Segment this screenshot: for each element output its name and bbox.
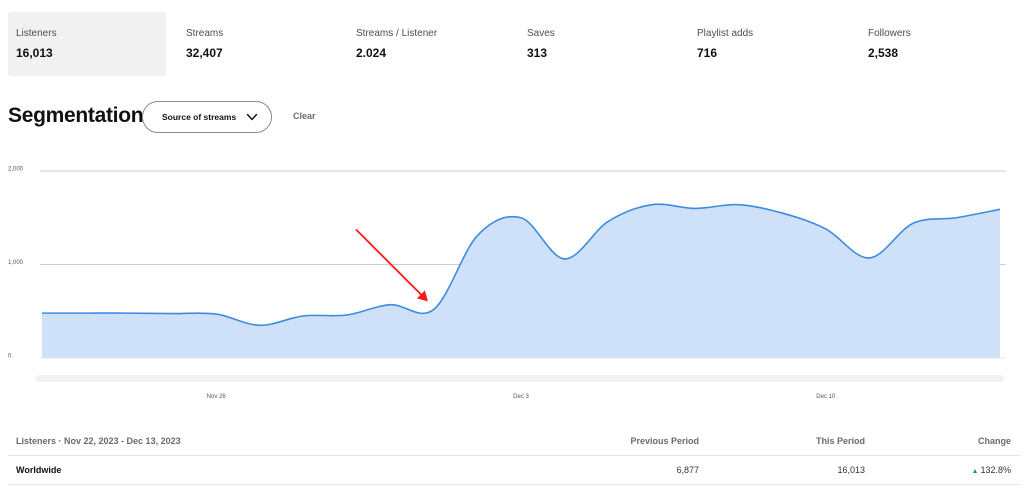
col-previous-period[interactable]: Previous Period: [630, 435, 699, 447]
x-tick-label: Dec 3: [513, 394, 529, 400]
listeners-area-chart: 0 1,000 2,000 Nov 26 Dec 3 Dec 10: [8, 167, 1006, 400]
metric-tabs: Listeners 16,013 Streams 32,407 Streams …: [8, 12, 1020, 76]
metric-label: Streams: [186, 28, 224, 39]
metric-label: Playlist adds: [697, 28, 754, 39]
metric-tab-streams-per-listener[interactable]: Streams / Listener 2.024: [348, 12, 506, 76]
metric-label: Listeners: [16, 28, 57, 39]
table-title: Listeners · Nov 22, 2023 - Dec 13, 2023: [16, 436, 181, 446]
up-triangle-icon: ▲: [971, 468, 979, 475]
metric-label: Streams / Listener: [356, 28, 438, 39]
table-header: Listeners · Nov 22, 2023 - Dec 13, 2023 …: [8, 427, 1020, 456]
metric-value: 716: [697, 46, 718, 60]
x-tick-label: Nov 26: [207, 394, 227, 400]
chart-scrollbar-track[interactable]: [36, 375, 1004, 382]
dropdown-label: Source of streams: [162, 112, 237, 122]
metric-tab-saves[interactable]: Saves 313: [519, 12, 677, 76]
metric-label: Followers: [868, 28, 911, 39]
metric-tab-streams[interactable]: Streams 32,407: [178, 12, 336, 76]
y-tick-label: 0: [8, 354, 12, 360]
metric-tab-followers[interactable]: Followers 2,538: [860, 12, 1018, 76]
col-this-period[interactable]: This Period: [816, 435, 865, 447]
segmentation-title: Segmentation: [8, 104, 144, 127]
metric-tab-listeners[interactable]: Listeners 16,013: [8, 12, 166, 76]
breakdown-table: Listeners · Nov 22, 2023 - Dec 13, 2023 …: [8, 427, 1020, 485]
chevron-down-icon: [246, 113, 258, 121]
table-row[interactable]: Worldwide 6,877 16,013 ▲ 132.8%: [8, 456, 1020, 485]
chart-area-fill: [42, 204, 1000, 358]
metric-value: 313: [527, 46, 548, 60]
metric-value: 2.024: [356, 46, 387, 60]
clear-button[interactable]: Clear: [293, 111, 316, 121]
region-name: Worldwide: [16, 465, 62, 475]
metric-value: 16,013: [16, 46, 53, 60]
metric-label: Saves: [527, 28, 555, 39]
source-of-streams-dropdown[interactable]: Source of streams: [142, 101, 272, 133]
red-arrow-annotation: [355, 228, 428, 302]
y-tick-label: 2,000: [8, 167, 24, 173]
metric-value: 2,538: [868, 46, 899, 60]
change-value: ▲ 132.8%: [972, 464, 1011, 478]
this-period-value: 16,013: [837, 465, 865, 475]
col-change[interactable]: Change: [978, 435, 1011, 447]
x-tick-label: Dec 10: [816, 394, 836, 400]
y-tick-label: 1,000: [8, 260, 24, 266]
change-percent: 132.8%: [980, 465, 1011, 475]
arrow-shaft: [355, 228, 425, 299]
metric-value: 32,407: [186, 46, 223, 60]
metric-tab-playlist-adds[interactable]: Playlist adds 716: [689, 12, 847, 76]
previous-period-value: 6,877: [676, 465, 699, 475]
